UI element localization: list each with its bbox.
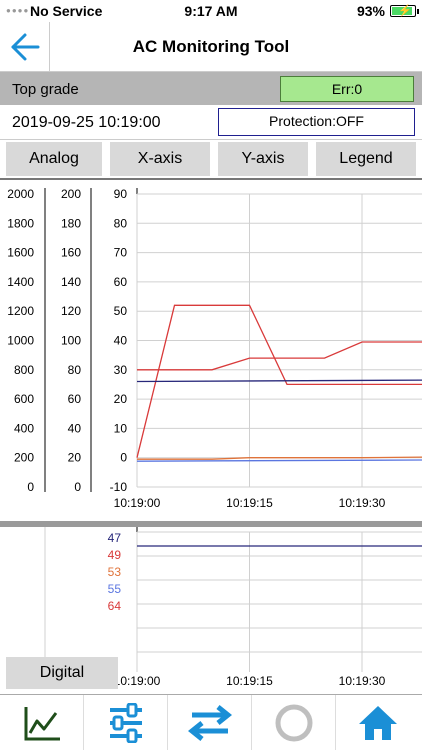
y-tick-label: 400 xyxy=(14,421,34,435)
x-tick-label: 10:19:00 xyxy=(114,496,161,510)
y-tick-label: 40 xyxy=(114,334,128,348)
tab-home[interactable] xyxy=(336,695,420,750)
chart-controls: Analog X-axis Y-axis Legend xyxy=(0,140,422,178)
y-tick-label: 80 xyxy=(114,216,128,230)
series-line-5 xyxy=(136,459,422,462)
y-tick-label: 30 xyxy=(114,363,128,377)
digital-x-tick-label: 10:19:00 xyxy=(114,674,161,688)
status-bar: ●●●● No Service 9:17 AM 93% ⚡ xyxy=(0,0,422,22)
battery-icon: ⚡ xyxy=(390,5,419,17)
y-tick-label: 160 xyxy=(61,246,81,260)
page-title: AC Monitoring Tool xyxy=(132,37,290,56)
tab-record[interactable] xyxy=(252,695,336,750)
battery-percent: 93% xyxy=(356,3,385,19)
battery-nub xyxy=(417,9,419,14)
sliders-icon xyxy=(109,703,142,743)
nav-bar: AC Monitoring Tool xyxy=(0,22,422,72)
y-tick-label: 100 xyxy=(61,334,81,348)
y-tick-label: 10 xyxy=(114,421,128,435)
digital-x-tick-label: 10:19:30 xyxy=(339,674,386,688)
y-tick-label: 20 xyxy=(68,451,82,465)
grade-bar: Top grade Err:0 xyxy=(0,72,422,105)
series-line-2 xyxy=(137,341,422,371)
y-tick-label: -10 xyxy=(110,480,128,494)
y-tick-label: 60 xyxy=(114,275,128,289)
y-tick-label: 1400 xyxy=(7,275,34,289)
grade-label: Top grade xyxy=(12,81,79,98)
y-axis-button[interactable]: Y-axis xyxy=(218,142,308,176)
error-indicator: Err:0 xyxy=(280,76,414,102)
datetime-label: 2019-09-25 10:19:00 xyxy=(12,114,161,131)
y-tick-label: 2000 xyxy=(7,187,34,201)
y-tick-label: 0 xyxy=(27,480,34,494)
legend-entry: 53 xyxy=(108,565,122,579)
y-tick-label: 0 xyxy=(74,480,81,494)
legend-entry: 55 xyxy=(108,582,122,596)
series-line-3 xyxy=(136,379,422,383)
y-tick-label: 1200 xyxy=(7,304,34,318)
legend-entry: 49 xyxy=(108,548,122,562)
y-tick-label: 90 xyxy=(114,187,128,201)
y-tick-label: 200 xyxy=(14,451,34,465)
y-tick-label: 120 xyxy=(61,304,81,318)
y-tick-label: 800 xyxy=(14,363,34,377)
circle-icon xyxy=(275,704,312,742)
y-tick-label: 1000 xyxy=(7,334,34,348)
y-tick-label: 0 xyxy=(120,451,127,465)
y-tick-label: 80 xyxy=(68,363,82,377)
analog-button[interactable]: Analog xyxy=(6,142,102,176)
x-tick-label: 10:19:15 xyxy=(226,496,273,510)
protection-status: Protection:OFF xyxy=(218,108,415,136)
y-tick-label: 600 xyxy=(14,392,34,406)
legend-entry: 47 xyxy=(108,531,122,545)
tab-transfer[interactable] xyxy=(168,695,252,750)
legend-entry: 64 xyxy=(108,599,122,613)
tab-bar xyxy=(0,694,422,750)
chart-icon xyxy=(24,707,60,741)
tab-chart[interactable] xyxy=(0,695,84,750)
digital-button[interactable]: Digital xyxy=(6,657,118,689)
y-tick-label: 70 xyxy=(114,246,128,260)
y-tick-label: 140 xyxy=(61,275,81,289)
info-row: 2019-09-25 10:19:00 Protection:OFF xyxy=(0,105,422,140)
swap-arrows-icon xyxy=(187,705,232,741)
digital-x-tick-label: 10:19:15 xyxy=(226,674,273,688)
y-tick-label: 40 xyxy=(68,421,82,435)
analog-chart[interactable]: 2000180016001400120010008006004002000200… xyxy=(0,180,422,520)
y-tick-label: 180 xyxy=(61,216,81,230)
tab-settings[interactable] xyxy=(84,695,168,750)
x-axis-button[interactable]: X-axis xyxy=(110,142,210,176)
charging-bolt-icon: ⚡ xyxy=(398,5,412,17)
y-tick-label: 20 xyxy=(114,392,128,406)
legend-button[interactable]: Legend xyxy=(316,142,416,176)
y-tick-label: 200 xyxy=(61,187,81,201)
y-tick-label: 1800 xyxy=(7,216,34,230)
y-tick-label: 50 xyxy=(114,304,128,318)
y-tick-label: 60 xyxy=(68,392,82,406)
x-tick-label: 10:19:30 xyxy=(339,496,386,510)
y-tick-label: 1600 xyxy=(7,246,34,260)
home-icon xyxy=(359,706,397,740)
